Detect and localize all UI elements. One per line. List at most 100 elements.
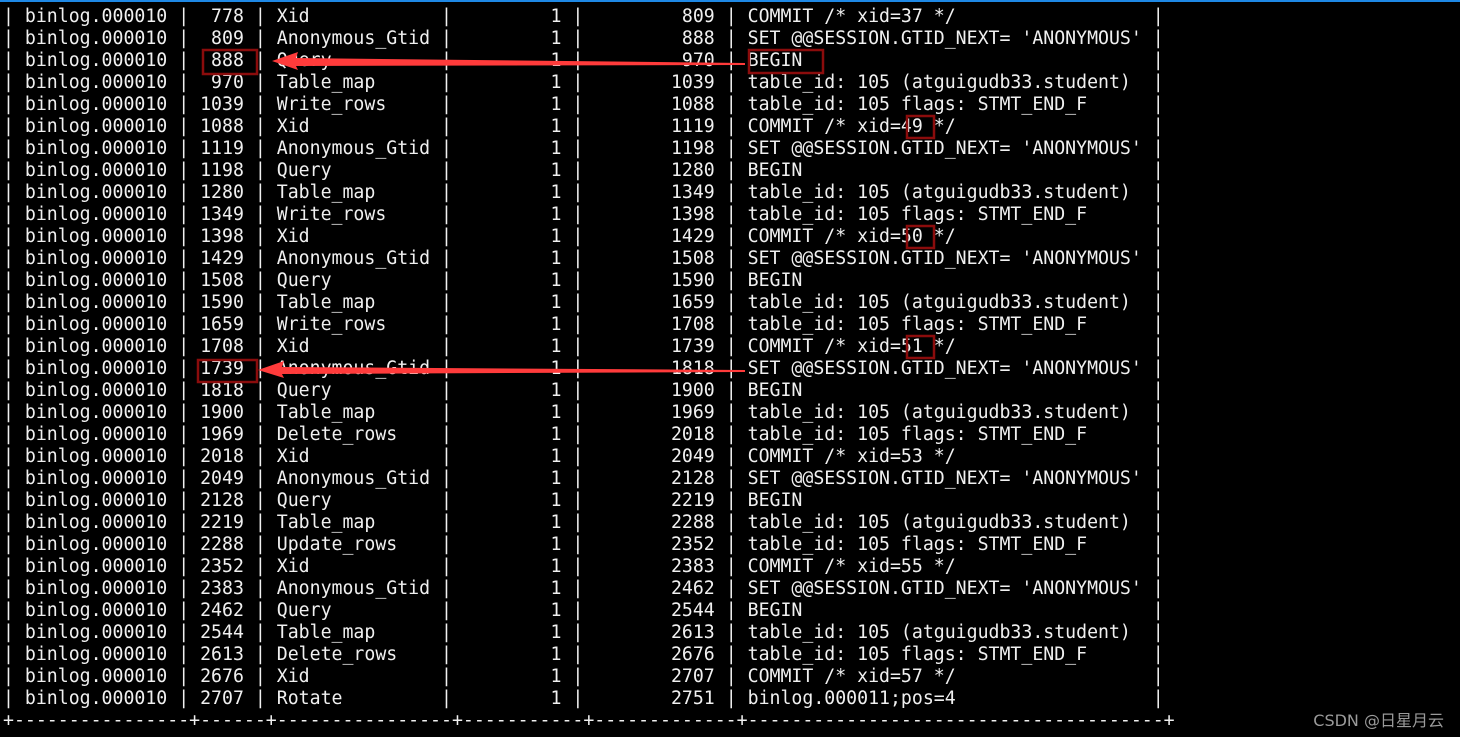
window-top-accent-bar [0, 0, 1460, 2]
cell-log-name: binlog.000010 [24, 578, 168, 599]
cell-log-name: binlog.000010 [24, 138, 168, 159]
cell-pos: 1198 [200, 160, 244, 181]
cell-end-log-pos: 2288 [670, 512, 715, 533]
cell-end-log-pos: 1900 [670, 380, 715, 401]
cell-info: table_id: 105 (atguigudb33.student) [747, 182, 1131, 203]
cell-log-name: binlog.000010 [24, 600, 168, 621]
cell-end-log-pos: 2352 [670, 534, 715, 555]
table-row: | binlog.000010 | 2352 | Xid | 1 | 2383 … [3, 556, 1164, 577]
table-row: | binlog.000010 | 2676 | Xid | 1 | 2707 … [3, 666, 1164, 687]
cell-info: BEGIN [747, 490, 803, 511]
cell-end-log-pos: 809 [681, 6, 715, 27]
table-row: | binlog.000010 | 1900 | Table_map | 1 |… [3, 402, 1164, 423]
cell-server-id: 1 [550, 380, 562, 401]
cell-end-log-pos: 1280 [670, 160, 715, 181]
table-row: | binlog.000010 | 888 | Query | 1 | 970 … [3, 50, 1164, 71]
cell-info: COMMIT /* xid=51 */ [747, 336, 956, 357]
cell-info: COMMIT /* xid=57 */ [747, 666, 956, 687]
cell-pos: 1818 [200, 380, 244, 401]
cell-log-name: binlog.000010 [24, 248, 168, 269]
cell-end-log-pos: 1590 [670, 270, 715, 291]
cell-server-id: 1 [550, 28, 562, 49]
cell-log-name: binlog.000010 [24, 160, 168, 181]
cell-event-type: Anonymous_Gtid [276, 358, 431, 379]
cell-server-id: 1 [550, 292, 562, 313]
cell-log-name: binlog.000010 [24, 512, 168, 533]
table-row: | binlog.000010 | 2613 | Delete_rows | 1… [3, 644, 1164, 665]
cell-event-type: Xid [276, 446, 310, 467]
cell-log-name: binlog.000010 [24, 116, 168, 137]
cell-info: table_id: 105 (atguigudb33.student) [747, 402, 1131, 423]
table-row: | binlog.000010 | 1349 | Write_rows | 1 … [3, 204, 1164, 225]
cell-pos: 970 [211, 72, 244, 93]
cell-server-id: 1 [550, 424, 562, 445]
table-row: | binlog.000010 | 2462 | Query | 1 | 254… [3, 600, 1164, 621]
cell-info: COMMIT /* xid=49 */ [747, 116, 956, 137]
cell-end-log-pos: 2018 [670, 424, 715, 445]
cell-log-name: binlog.000010 [24, 380, 168, 401]
cell-server-id: 1 [550, 644, 562, 665]
cell-event-type: Xid [276, 666, 310, 687]
cell-server-id: 1 [550, 50, 562, 71]
cell-end-log-pos: 1969 [670, 402, 715, 423]
table-row: | binlog.000010 | 1508 | Query | 1 | 159… [3, 270, 1164, 291]
cell-pos: 1349 [200, 204, 244, 225]
cell-pos: 1739 [200, 358, 244, 379]
cell-log-name: binlog.000010 [24, 490, 168, 511]
cell-info: COMMIT /* xid=55 */ [747, 556, 956, 577]
cell-server-id: 1 [550, 534, 562, 555]
cell-event-type: Query [276, 380, 332, 401]
cell-info: SET @@SESSION.GTID_NEXT= 'ANONYMOUS' [747, 578, 1142, 599]
cell-server-id: 1 [550, 270, 562, 291]
cell-server-id: 1 [550, 116, 562, 137]
cell-event-type: Write_rows [276, 314, 387, 335]
cell-server-id: 1 [550, 6, 562, 27]
cell-pos: 1398 [200, 226, 244, 247]
cell-log-name: binlog.000010 [24, 424, 168, 445]
cell-log-name: binlog.000010 [24, 50, 168, 71]
cell-end-log-pos: 2676 [670, 644, 715, 665]
cell-server-id: 1 [550, 402, 562, 423]
cell-info: BEGIN [747, 270, 803, 291]
table-row: | binlog.000010 | 778 | Xid | 1 | 809 | … [3, 6, 1164, 27]
table-row: | binlog.000010 | 2544 | Table_map | 1 |… [3, 622, 1164, 643]
cell-log-name: binlog.000010 [24, 28, 168, 49]
cell-end-log-pos: 2383 [670, 556, 715, 577]
cell-info: COMMIT /* xid=37 */ [747, 6, 956, 27]
cell-end-log-pos: 2049 [670, 446, 715, 467]
cell-server-id: 1 [550, 666, 562, 687]
cell-log-name: binlog.000010 [24, 556, 168, 577]
cell-pos: 2462 [200, 600, 244, 621]
cell-info: SET @@SESSION.GTID_NEXT= 'ANONYMOUS' [747, 138, 1142, 159]
cell-pos: 1119 [200, 138, 244, 159]
cell-event-type: Xid [276, 6, 310, 27]
cell-log-name: binlog.000010 [24, 204, 168, 225]
cell-end-log-pos: 2613 [670, 622, 715, 643]
cell-server-id: 1 [550, 314, 562, 335]
cell-pos: 2049 [200, 468, 244, 489]
cell-pos: 1088 [200, 116, 244, 137]
cell-info: table_id: 105 flags: STMT_END_F [747, 94, 1088, 115]
cell-server-id: 1 [550, 556, 562, 577]
table-row: | binlog.000010 | 1119 | Anonymous_Gtid … [3, 138, 1164, 159]
cell-info: table_id: 105 flags: STMT_END_F [747, 424, 1088, 445]
terminal-output: | binlog.000010 | 778 | Xid | 1 | 809 | … [3, 6, 1175, 732]
table-row: | binlog.000010 | 1398 | Xid | 1 | 1429 … [3, 226, 1164, 247]
cell-event-type: Anonymous_Gtid [276, 28, 431, 49]
cell-log-name: binlog.000010 [24, 336, 168, 357]
cell-log-name: binlog.000010 [24, 72, 168, 93]
cell-info: SET @@SESSION.GTID_NEXT= 'ANONYMOUS' [747, 28, 1142, 49]
cell-event-type: Query [276, 270, 332, 291]
table-row: | binlog.000010 | 970 | Table_map | 1 | … [3, 72, 1164, 93]
cell-pos: 888 [211, 50, 244, 71]
cell-end-log-pos: 888 [681, 28, 715, 49]
cell-end-log-pos: 2751 [670, 688, 715, 709]
cell-pos: 2383 [200, 578, 244, 599]
cell-info: BEGIN [747, 380, 803, 401]
table-row: | binlog.000010 | 1818 | Query | 1 | 190… [3, 380, 1164, 401]
cell-pos: 2676 [200, 666, 244, 687]
cell-log-name: binlog.000010 [24, 688, 168, 709]
cell-end-log-pos: 1119 [670, 116, 715, 137]
cell-info: table_id: 105 (atguigudb33.student) [747, 292, 1131, 313]
cell-pos: 809 [211, 28, 244, 49]
